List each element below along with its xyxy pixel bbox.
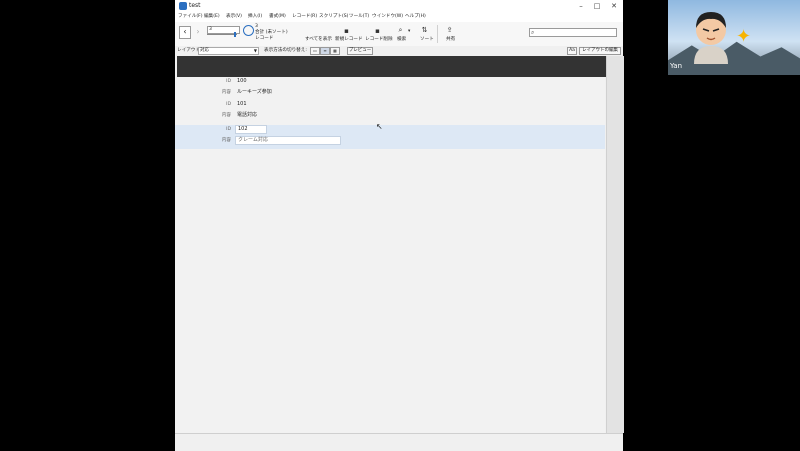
content-value[interactable]: 電話対応 <box>237 112 257 119</box>
close-icon[interactable]: ✕ <box>606 0 622 12</box>
id-field[interactable]: 102 <box>235 125 267 134</box>
list-view-button[interactable]: ≡ <box>320 47 330 55</box>
record-slider-thumb[interactable] <box>234 32 236 37</box>
menu-help[interactable]: ヘルプ(H) <box>405 13 426 21</box>
layout-header <box>177 56 606 77</box>
quick-find-input[interactable]: ⌕ <box>529 28 617 37</box>
share-button[interactable]: 共有 <box>446 37 455 43</box>
vertical-scrollbar[interactable] <box>606 56 624 433</box>
text-format-button[interactable]: Aa <box>567 47 577 55</box>
next-record-button[interactable]: › <box>192 26 204 39</box>
content-field[interactable]: クレーム対応 <box>235 136 341 145</box>
menu-insert[interactable]: 挿入(I) <box>248 13 262 21</box>
find-icon: ⌕ <box>398 26 403 34</box>
status-bar <box>175 433 623 451</box>
form-view-button[interactable]: ▭ <box>310 47 320 55</box>
layout-select-value: 対応 <box>200 48 209 53</box>
app-icon <box>179 2 187 10</box>
show-all-button[interactable]: すべてを表示 <box>305 37 332 43</box>
new-record-button[interactable]: 新規レコード <box>335 37 363 43</box>
search-icon: ⌕ <box>531 29 535 36</box>
content-label: 内容 <box>221 138 231 143</box>
menu-format[interactable]: 書式(M) <box>269 13 286 21</box>
menu-tools[interactable]: ツール(T) <box>349 13 369 21</box>
sort-icon: ⇅ <box>421 26 428 34</box>
find-button[interactable]: 検索 <box>397 37 406 43</box>
table-view-button[interactable]: ▦ <box>330 47 340 55</box>
preview-button[interactable]: プレビュー <box>347 47 373 55</box>
webcam-overlay: ✦ Yan <box>668 0 800 75</box>
toolbar-separator <box>437 25 438 43</box>
minimize-icon[interactable]: – <box>573 0 589 12</box>
mountain-background <box>668 41 800 75</box>
app-window: test – □ ✕ ファイル(F) 編集(E) 表示(V) 挿入(I) 書式(… <box>175 0 624 451</box>
mouse-cursor-icon: ↖ <box>376 122 383 131</box>
menu-file[interactable]: ファイル(F) <box>178 13 203 21</box>
delete-record-button[interactable]: レコード削除 <box>365 37 393 43</box>
list-item-active[interactable]: ID 102 内容 クレーム対応 <box>175 125 605 149</box>
id-label: ID <box>226 102 231 107</box>
records-label: レコード <box>255 36 274 41</box>
menu-scripts[interactable]: スクリプト(S) <box>319 13 348 21</box>
id-value[interactable]: 101 <box>237 101 247 108</box>
content-area: ID 100 内容 ルーキーズ参加 ID 101 内容 電話対応 ID 102 … <box>175 56 606 433</box>
menu-records[interactable]: レコード(R) <box>292 13 317 21</box>
previous-record-button[interactable]: ‹ <box>179 26 191 39</box>
edit-layout-button[interactable]: レイアウトの編集 <box>579 47 621 55</box>
status-toolbar: ‹ › 3 3 合計 (未ソート) レコード すべてを表示 ▪ 新規レコード ▪… <box>175 22 623 47</box>
content-label: 内容 <box>221 90 231 95</box>
find-dropdown-icon[interactable]: ▾ <box>408 29 410 35</box>
new-record-icon: ▪ <box>344 27 349 35</box>
delete-record-icon: ▪ <box>375 27 380 35</box>
participant-name: Yan <box>670 62 683 70</box>
menu-view[interactable]: 表示(V) <box>226 13 242 21</box>
id-label: ID <box>226 79 231 84</box>
sort-button[interactable]: ソート <box>420 37 434 43</box>
title-bar: test – □ ✕ <box>175 0 623 12</box>
list-item[interactable]: ID 100 内容 ルーキーズ参加 <box>175 77 605 101</box>
sparkle-icon: ✦ <box>736 26 752 47</box>
record-slider-track <box>207 34 237 35</box>
view-as-label: 表示方法の切り替え: <box>264 48 307 53</box>
menu-edit[interactable]: 編集(E) <box>204 13 220 21</box>
id-value[interactable]: 100 <box>237 78 247 85</box>
window-title: test <box>189 2 201 9</box>
content-label: 内容 <box>221 113 231 118</box>
record-pie-icon <box>243 25 254 36</box>
maximize-icon[interactable]: □ <box>589 0 605 12</box>
avatar <box>694 12 728 64</box>
menu-window[interactable]: ウインドウ(W) <box>372 13 403 21</box>
layout-select[interactable]: 対応 ▼ <box>198 47 259 55</box>
share-icon: ⇪ <box>446 26 453 34</box>
list-item[interactable]: ID 101 内容 電話対応 <box>175 101 605 125</box>
chevron-down-icon: ▼ <box>253 48 257 53</box>
id-label: ID <box>226 127 231 132</box>
content-value[interactable]: ルーキーズ参加 <box>237 89 272 96</box>
